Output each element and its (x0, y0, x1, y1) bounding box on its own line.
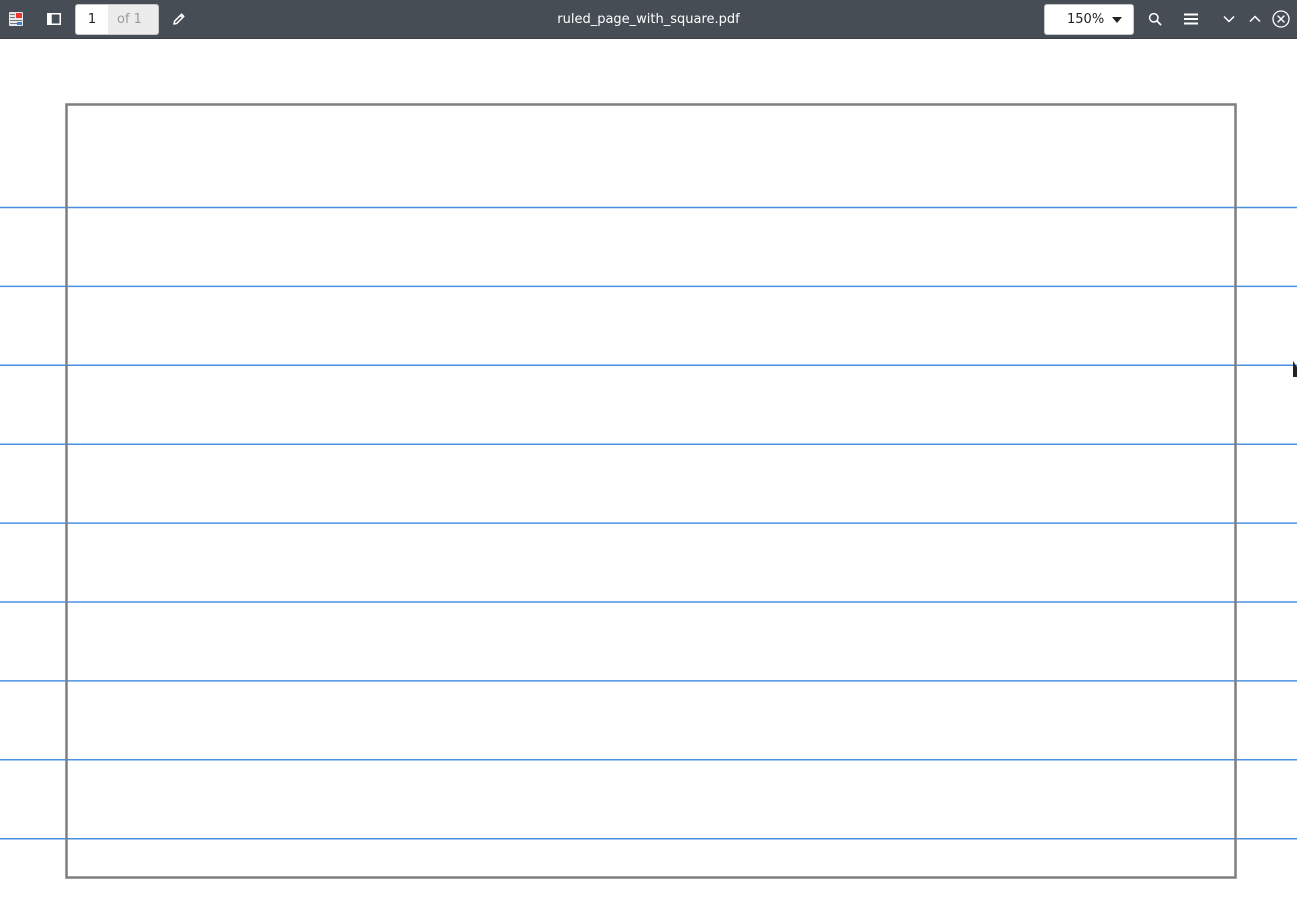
search-button[interactable] (1141, 5, 1169, 33)
menu-button[interactable] (1177, 5, 1205, 33)
toolbar: of 1 ruled_page_with_square.pdf 150% (0, 0, 1297, 39)
page-number-input[interactable] (75, 4, 109, 35)
hamburger-menu-icon (1184, 13, 1198, 25)
close-button[interactable] (1267, 5, 1295, 33)
previous-match-button[interactable] (1241, 5, 1269, 33)
document-viewport[interactable] (0, 39, 1297, 913)
zoom-select[interactable]: 150% (1044, 4, 1134, 35)
next-match-button[interactable] (1215, 5, 1243, 33)
pencil-icon (172, 12, 186, 26)
sidebar-toggle-icon (47, 13, 61, 25)
pdf-page-canvas (0, 39, 1297, 913)
annotate-button[interactable] (165, 5, 193, 33)
caret-down-icon (1112, 17, 1122, 23)
chevron-down-icon (1223, 15, 1235, 23)
close-circle-icon (1272, 10, 1290, 28)
search-icon (1148, 12, 1162, 26)
zoom-value: 150% (1067, 12, 1105, 27)
page-count-label: of 1 (108, 4, 159, 35)
document-viewer-app-icon[interactable] (2, 5, 30, 33)
mouse-cursor-icon (1293, 361, 1297, 377)
chevron-up-icon (1249, 15, 1261, 23)
sidebar-toggle-button[interactable] (40, 5, 68, 33)
page-background (0, 39, 1297, 913)
